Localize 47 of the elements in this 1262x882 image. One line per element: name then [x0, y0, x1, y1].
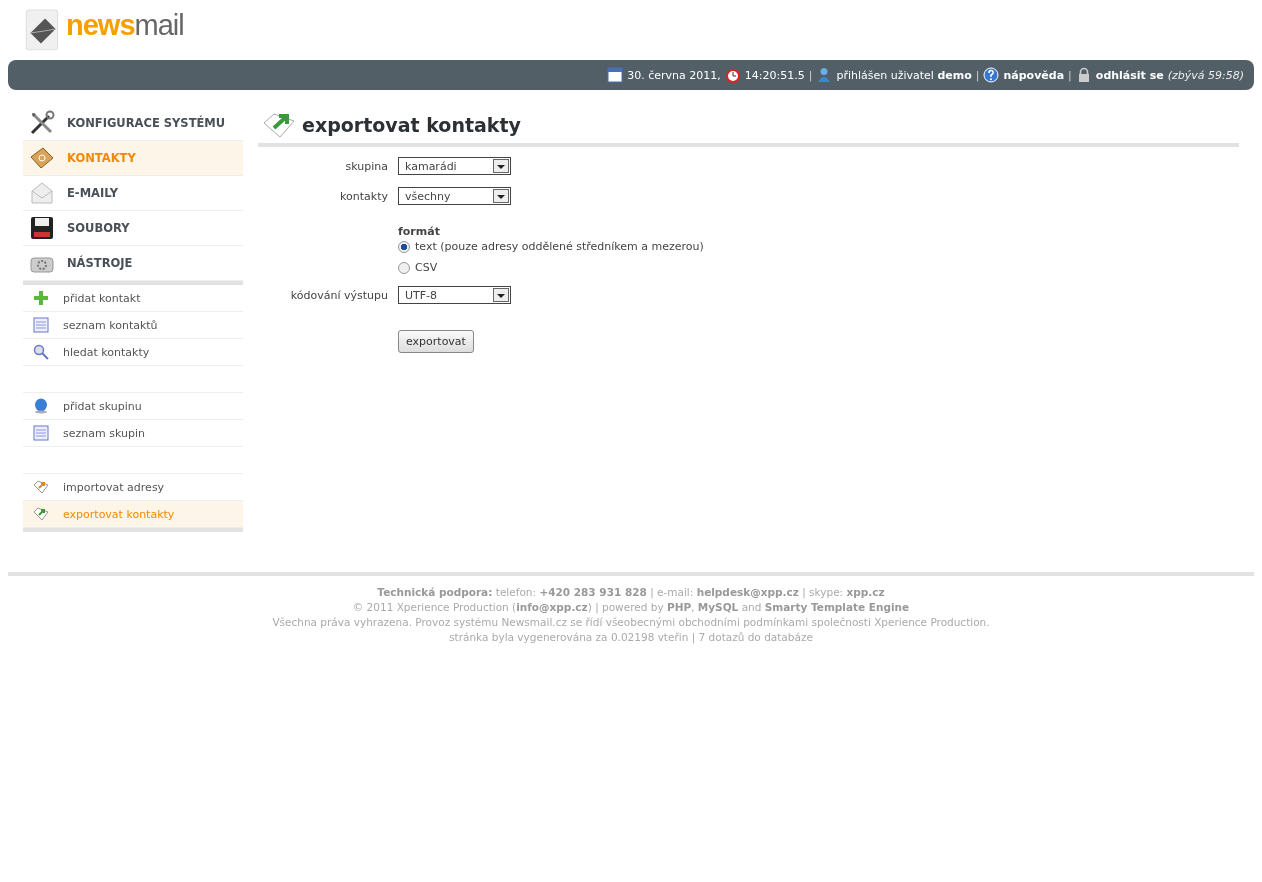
- list-icon: [33, 425, 49, 441]
- search-icon: [33, 344, 49, 360]
- calendar-icon: [607, 67, 624, 83]
- help-icon: [983, 67, 1000, 83]
- footer-text: © 2011 Xperience Production (info@xpp.cz) | powered by PHP, MySQL and Smarty Template Engine: [351, 601, 911, 613]
- time-text: 14:20:51.5: [744, 68, 805, 82]
- radio-option[interactable]: text (pouze adresy oddělené středníkem a mezerou): [398, 240, 704, 253]
- submenu-item[interactable]: seznam skupin: [23, 420, 243, 447]
- select-field[interactable]: UTF-8: [398, 286, 511, 304]
- sphere-icon: [33, 398, 49, 414]
- menu-item[interactable]: SOUBORY: [23, 211, 243, 246]
- group-label: formát: [398, 225, 441, 238]
- submenu-item[interactable]: hledat kontakty: [23, 339, 243, 366]
- field-label: skupina: [344, 159, 389, 173]
- footer-text: stránka byla vygenerována za 0.02198 vteřin | 7 dotazů do databáze: [448, 631, 814, 643]
- alarm-clock-icon: [724, 67, 741, 83]
- field-label: kontakty: [339, 189, 389, 203]
- user-icon: [816, 67, 833, 83]
- date-text: 30. června 2011,: [627, 68, 721, 82]
- select-field[interactable]: kamarádi: [398, 157, 511, 175]
- logo-text: newsmail: [66, 8, 184, 42]
- field-label: kódování výstupu: [289, 288, 389, 302]
- envelope-icon: [29, 180, 55, 206]
- footer-text: Technická podpora: telefon: +420 283 931 828 | e-mail: helpdesk@xpp.cz | skype: xpp.cz: [376, 586, 886, 598]
- page-title: exportovat kontakty: [302, 114, 521, 136]
- select-field[interactable]: všechny: [398, 187, 511, 205]
- session-timer-text: (zbývá 59:58): [1167, 68, 1244, 82]
- separator-text: |: [1068, 68, 1072, 82]
- tag-arrow-icon: [33, 479, 49, 495]
- tools-icon: [29, 110, 55, 136]
- radio-option[interactable]: CSV: [398, 261, 704, 274]
- separator-text: |: [808, 68, 813, 82]
- submenu-item[interactable]: seznam kontaktů: [23, 312, 243, 339]
- address-book-icon: [29, 145, 55, 171]
- separator-text: |: [975, 68, 980, 82]
- tag-arrow-icon: [262, 111, 296, 139]
- logged-user-text: přihlášen uživatel demo: [836, 68, 972, 82]
- plus-icon: [33, 290, 49, 306]
- submenu-item[interactable]: přidat skupinu: [23, 393, 243, 420]
- export-button[interactable]: exportovat: [398, 330, 474, 353]
- logout-link[interactable]: odhlásit se: [1095, 68, 1164, 82]
- tag-arrow-icon: [33, 506, 49, 522]
- footer-text: Všechna práva vyhrazena. Provoz systému Newsmail.cz se řídí všeobecnými obchodními podmínkami společnosti Xperience Production.: [271, 616, 991, 628]
- help-link[interactable]: nápověda: [1003, 68, 1065, 82]
- submenu-item[interactable]: přidat kontakt: [23, 285, 243, 312]
- menu-item[interactable]: E-MAILY: [23, 176, 243, 211]
- list-icon: [33, 317, 49, 333]
